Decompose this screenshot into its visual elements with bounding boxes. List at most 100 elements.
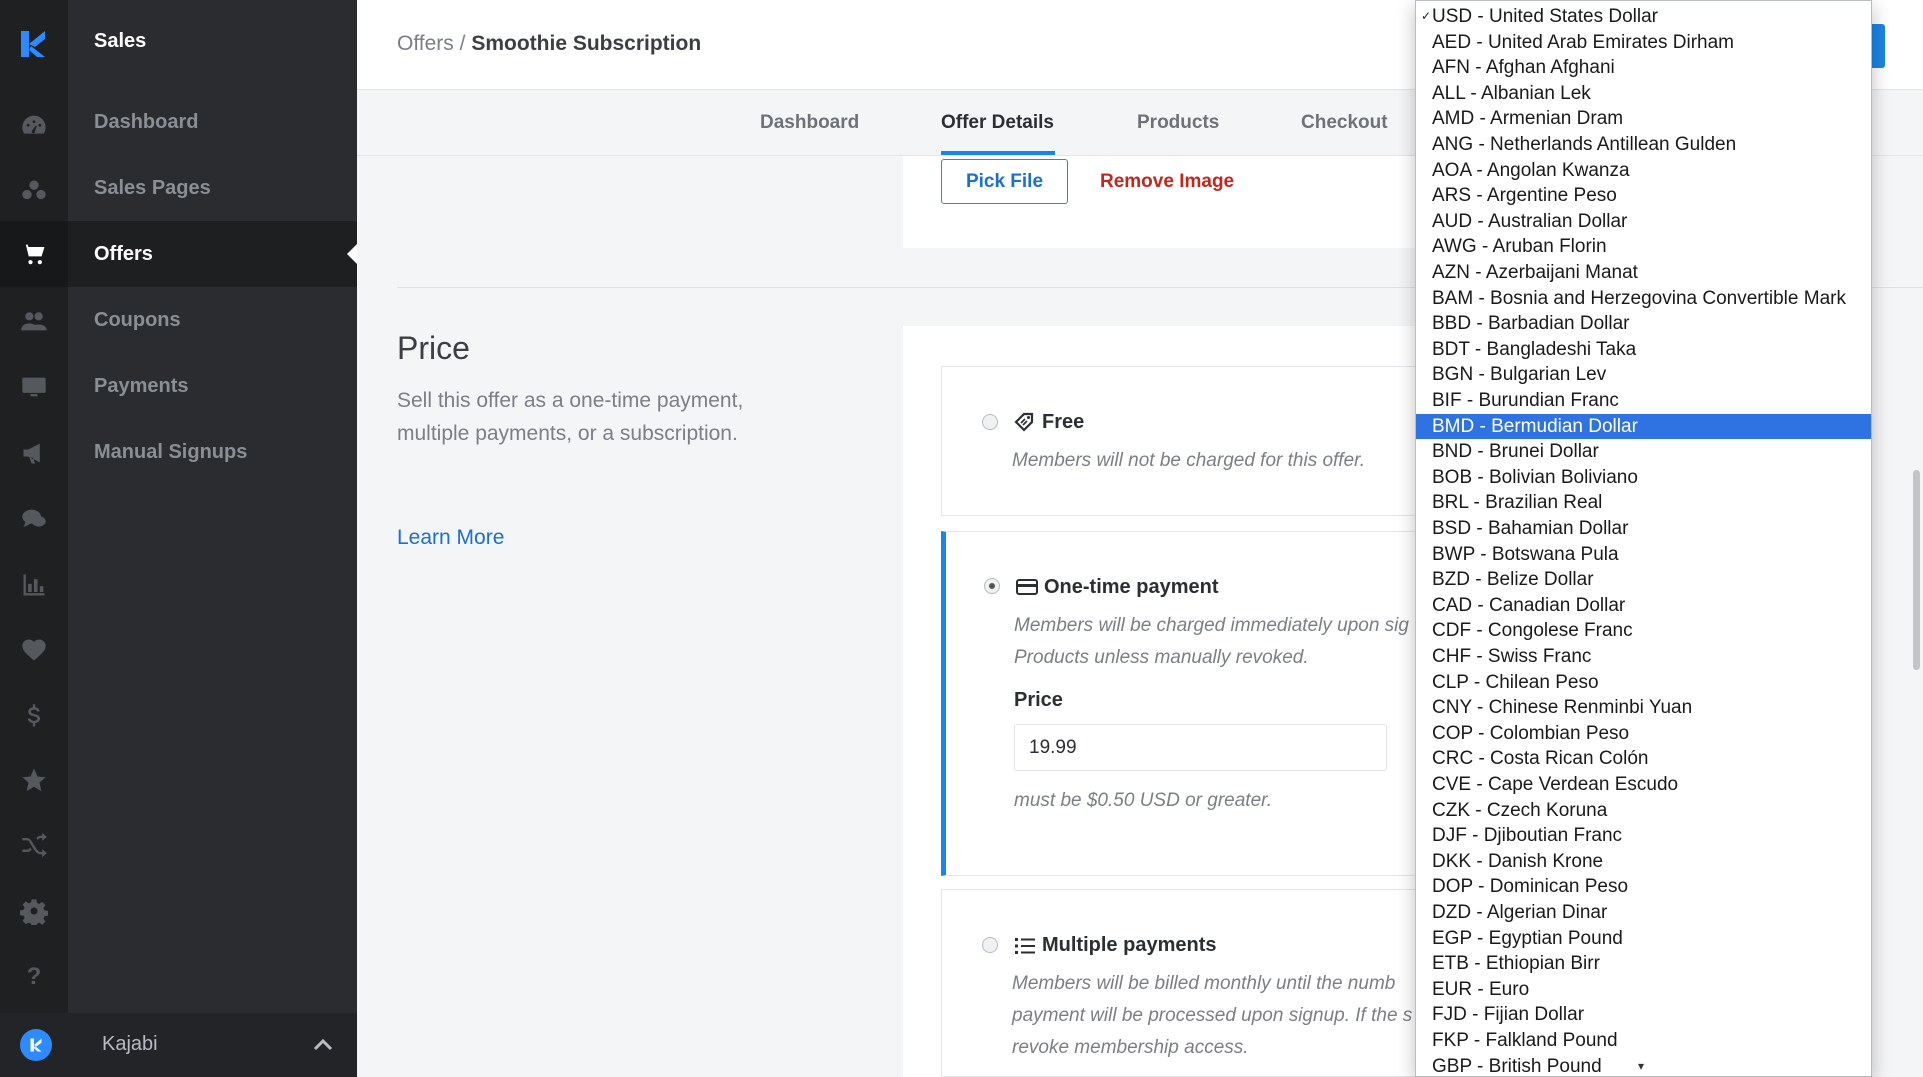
free-radio[interactable] [982,414,998,430]
help-icon[interactable]: ? [18,961,50,993]
currency-option-label: DJF - Djiboutian Franc [1432,825,1623,847]
currency-option[interactable]: AMD - Armenian Dram [1416,106,1871,132]
currency-option-label: AZN - Azerbaijani Manat [1432,262,1638,283]
currency-option[interactable]: DZD - Algerian Dinar [1416,900,1871,926]
currency-option[interactable]: ANG - Netherlands Antillean Gulden [1416,132,1871,158]
currency-option[interactable]: EGP - Egyptian Pound [1416,926,1871,952]
learn-more-link[interactable]: Learn More [397,526,504,550]
nav-item-coupons[interactable]: Coupons [68,287,357,353]
monitor-icon[interactable] [18,371,50,403]
account-switcher[interactable]: Kajabi [0,1013,357,1077]
pick-file-button[interactable]: Pick File [941,159,1068,204]
kajabi-logo-icon[interactable] [18,28,50,60]
currency-option[interactable]: AZN - Azerbaijani Manat [1416,260,1871,286]
megaphone-icon[interactable] [18,437,50,469]
sales-pages-icon[interactable] [18,175,50,207]
one-time-title: One-time payment [1044,576,1219,598]
chart-icon[interactable] [18,569,50,601]
currency-option[interactable]: AUD - Australian Dollar [1416,209,1871,235]
currency-option-label: AED - United Arab Emirates Dirham [1432,31,1734,53]
page-scrollbar[interactable] [1913,470,1920,670]
currency-option[interactable]: ETB - Ethiopian Birr [1416,951,1871,977]
currency-option[interactable]: BMD - Bermudian Dollar [1416,413,1871,440]
tab-offer-details[interactable]: Offer Details [941,112,1054,134]
currency-option[interactable]: BBD - Barbadian Dollar [1416,311,1871,337]
price-option-multiple[interactable]: Multiple payments Members will be billed… [941,889,1421,1077]
currency-option[interactable]: BGN - Bulgarian Lev [1416,362,1871,388]
currency-option[interactable]: AED - United Arab Emirates Dirham [1416,30,1871,56]
currency-option-label: BMD - Bermudian Dollar [1432,415,1638,437]
cart-icon[interactable] [18,238,50,270]
nav-item-sales-pages[interactable]: Sales Pages [68,155,357,221]
nav-item-payments[interactable]: Payments [68,353,357,419]
multiple-description-3: revoke membership access. [1012,1037,1249,1058]
currency-option[interactable]: BAM - Bosnia and Herzegovina Convertible… [1416,286,1871,312]
people-icon[interactable] [18,305,50,337]
remove-image-link[interactable]: Remove Image [1100,171,1234,193]
currency-option[interactable]: BND - Brunei Dollar [1416,439,1871,465]
dollar-icon[interactable] [18,700,50,732]
currency-option-label: BRL - Brazilian Real [1432,492,1603,514]
currency-option[interactable]: CAD - Canadian Dollar [1416,593,1871,619]
tab-checkout[interactable]: Checkout [1301,112,1388,134]
currency-option-label: USD - United States Dollar [1432,6,1658,27]
currency-option[interactable]: AFN - Afghan Afghani [1416,55,1871,81]
currency-option[interactable]: CZK - Czech Koruna [1416,798,1871,824]
currency-option-label: BZD - Belize Dollar [1432,569,1594,591]
scroll-down-arrow-icon[interactable]: ▾ [1638,1059,1644,1073]
currency-option[interactable]: CRC - Costa Rican Colón [1416,746,1871,772]
currency-option[interactable]: BSD - Bahamian Dollar [1416,516,1871,542]
currency-option[interactable]: FJD - Fijian Dollar [1416,1002,1871,1028]
tab-products[interactable]: Products [1137,112,1219,134]
currency-option[interactable]: DOP - Dominican Peso [1416,874,1871,900]
currency-option[interactable]: CHF - Swiss Franc [1416,644,1871,670]
currency-option[interactable]: AWG - Aruban Florin [1416,234,1871,260]
price-option-one-time[interactable]: One-time payment Members will be charged… [941,531,1421,876]
one-time-radio[interactable] [984,578,1000,594]
currency-option[interactable]: BWP - Botswana Pula [1416,542,1871,568]
chevron-up-icon[interactable] [312,1035,334,1055]
shuffle-icon[interactable] [18,829,50,861]
tab-dashboard[interactable]: Dashboard [760,112,859,134]
currency-option[interactable]: BIF - Burundian Franc [1416,388,1871,414]
currency-option-label: GBP - British Pound [1432,1055,1602,1077]
currency-option[interactable]: ALL - Albanian Lek [1416,81,1871,107]
currency-option[interactable]: CLP - Chilean Peso [1416,670,1871,696]
price-option-free[interactable]: Free Members will not be charged for thi… [941,366,1421,516]
currency-option[interactable]: AOA - Angolan Kwanza [1416,158,1871,184]
currency-option[interactable]: EUR - Euro [1416,977,1871,1003]
currency-option-label: CAD - Canadian Dollar [1432,594,1626,616]
currency-option[interactable]: BDT - Bangladeshi Taka [1416,337,1871,363]
currency-option[interactable]: CVE - Cape Verdean Escudo [1416,772,1871,798]
gear-icon[interactable] [18,895,50,927]
currency-option[interactable]: DKK - Danish Krone [1416,849,1871,875]
breadcrumb-parent[interactable]: Offers [397,32,454,55]
nav-item-offers[interactable]: Offers [68,221,357,287]
currency-option-label: ARS - Argentine Peso [1432,185,1617,207]
heart-icon[interactable] [18,634,50,666]
nav-item-dashboard[interactable]: Dashboard [68,89,357,155]
currency-dropdown-list[interactable]: ✓ USD - United States Dollar AED - United … [1415,0,1872,1077]
currency-option[interactable]: BZD - Belize Dollar [1416,567,1871,593]
currency-option-label: FKP - Falkland Pound [1432,1030,1618,1051]
currency-option-label: CRC - Costa Rican Colón [1432,748,1649,770]
currency-option[interactable]: CDF - Congolese Franc [1416,618,1871,644]
currency-option-label: AUD - Australian Dollar [1432,210,1628,232]
currency-option[interactable]: FKP - Falkland Pound [1416,1028,1871,1054]
star-icon[interactable] [18,764,50,796]
currency-option[interactable]: ARS - Argentine Peso [1416,183,1871,209]
currency-option[interactable]: COP - Colombian Peso [1416,721,1871,747]
currency-option[interactable]: BRL - Brazilian Real [1416,490,1871,516]
price-input[interactable]: 19.99 [1014,724,1387,771]
multiple-radio[interactable] [982,937,998,953]
breadcrumb: Offers / Smoothie Subscription [397,32,701,56]
currency-option[interactable]: DJF - Djiboutian Franc [1416,823,1871,849]
currency-option-label: BGN - Bulgarian Lev [1432,364,1607,386]
nav-item-manual-signups[interactable]: Manual Signups [68,419,357,485]
currency-option[interactable]: ✓ USD - United States Dollar [1416,4,1871,30]
chat-icon[interactable] [18,503,50,535]
currency-option[interactable]: CNY - Chinese Renminbi Yuan [1416,695,1871,721]
dashboard-icon[interactable] [18,109,50,141]
currency-option-label: BDT - Bangladeshi Taka [1432,338,1637,360]
currency-option[interactable]: BOB - Bolivian Boliviano [1416,465,1871,491]
